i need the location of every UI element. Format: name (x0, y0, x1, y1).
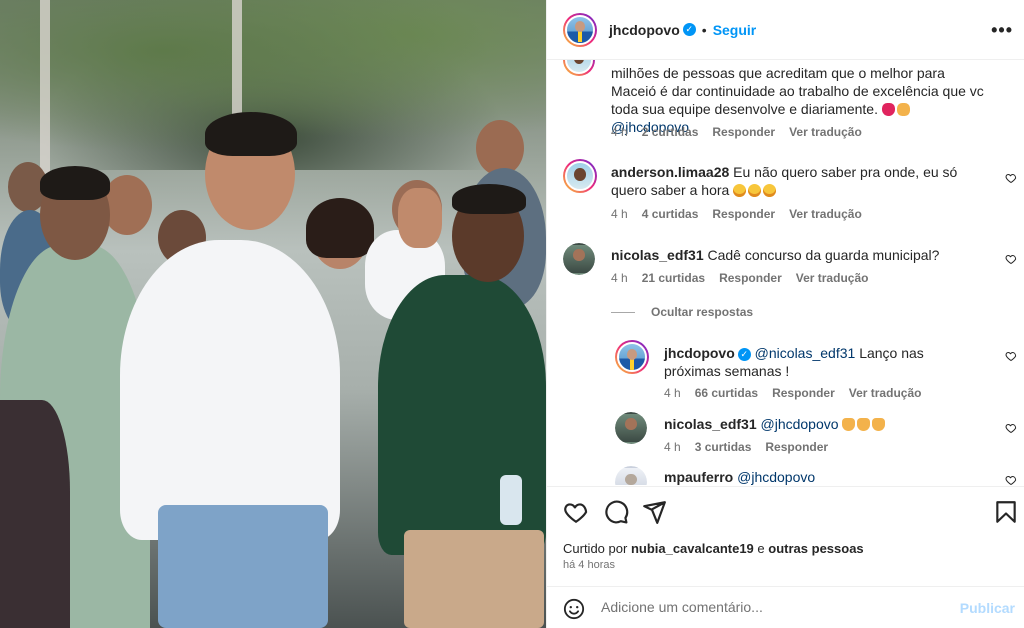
reply-button[interactable]: Responder (712, 207, 775, 221)
laughing-emoji-icon (733, 184, 747, 197)
reply-text: jhcdopovo ✓ @nicolas_edf31 Lanço nas próx… (664, 345, 924, 379)
comment-meta: 4 h 21 curtidas Responder Ver tradução (611, 271, 868, 285)
liked-by-user-link[interactable]: nubia_cavalcante19 (631, 541, 754, 556)
share-send-icon[interactable] (641, 499, 667, 525)
follow-button[interactable]: Seguir (713, 22, 757, 38)
reply-username[interactable]: mpauferro (664, 469, 733, 485)
raising-hands-emoji-icon (857, 418, 871, 431)
reply-meta: 4 h 66 curtidas Responder Ver tradução (664, 386, 921, 400)
like-comment-heart-icon[interactable] (1005, 422, 1017, 434)
reply-username[interactable]: nicolas_edf31 (664, 416, 757, 432)
photo-water-bottle (500, 475, 522, 525)
comment-bubble-icon[interactable] (603, 499, 629, 525)
verified-badge-icon: ✓ (737, 347, 751, 361)
raising-hands-emoji-icon (842, 418, 856, 431)
like-heart-icon[interactable] (563, 499, 589, 525)
comment-text: anderson.limaa28 Eu não quero saber pra … (611, 164, 958, 198)
comment-time: 4 h (611, 125, 628, 139)
mention-link[interactable]: @jhcdopovo (737, 469, 815, 485)
comment-time: 4 h (611, 207, 628, 221)
comment-likes-link[interactable]: 2 curtidas (642, 125, 699, 139)
reply-avatar[interactable] (615, 412, 647, 444)
laughing-emoji-icon (748, 184, 762, 197)
comment-username[interactable]: nicolas_edf31 (611, 247, 704, 263)
reply-username[interactable]: jhcdopovo (664, 345, 735, 361)
post-actions: Curtido por nubia_cavalcante19 e outras … (547, 486, 1024, 586)
comment-text: nicolas_edf31 Cadê concurso da guarda mu… (611, 247, 940, 263)
photo-person-left-hair (40, 166, 110, 200)
heart-eyes-emoji-icon (881, 103, 895, 116)
comment-likes-link[interactable]: 4 curtidas (642, 207, 699, 221)
like-comment-heart-icon[interactable] (1005, 172, 1017, 184)
photo-right-pants (404, 530, 544, 628)
translate-button[interactable]: Ver tradução (789, 207, 862, 221)
photo-person-bg (306, 198, 374, 258)
photo-main-jeans (158, 505, 328, 628)
reply-button[interactable]: Responder (712, 125, 775, 139)
reply-meta: 4 h 3 curtidas Responder (664, 440, 828, 454)
post-photo[interactable] (0, 0, 546, 628)
reply-button[interactable]: Responder (719, 271, 782, 285)
save-bookmark-icon[interactable] (993, 499, 1019, 525)
comment-username[interactable]: anderson.limaa28 (611, 164, 729, 180)
liked-by-others-link[interactable]: outras pessoas (768, 541, 863, 556)
reply-time: 4 h (664, 386, 681, 400)
photo-car (0, 400, 70, 628)
reply-likes-link[interactable]: 66 curtidas (695, 386, 758, 400)
mention-link[interactable]: @jhcdopovo (761, 416, 839, 432)
add-comment-bar: Publicar (547, 586, 1024, 628)
author-username[interactable]: jhcdopovo (609, 22, 680, 38)
translate-button[interactable]: Ver tradução (796, 271, 869, 285)
comment-time: 4 h (611, 271, 628, 285)
like-comment-heart-icon[interactable] (1005, 350, 1017, 362)
photo-main-hair (205, 112, 297, 156)
reply-avatar[interactable] (615, 340, 649, 374)
reply-button[interactable]: Responder (765, 440, 828, 454)
laughing-emoji-icon (763, 184, 777, 197)
like-comment-heart-icon[interactable] (1005, 253, 1017, 265)
separator-dot: • (701, 21, 707, 38)
raising-hands-emoji-icon (872, 418, 886, 431)
divider-line (611, 311, 635, 313)
reply-button[interactable]: Responder (772, 386, 835, 400)
reply-text: mpauferro @jhcdopovo (664, 468, 984, 485)
comment-meta: 4 h 2 curtidas Responder Ver tradução (611, 125, 862, 139)
likes-summary: Curtido por nubia_cavalcante19 e outras … (563, 541, 864, 556)
comment-avatar[interactable] (563, 243, 595, 275)
author-avatar[interactable] (563, 12, 597, 47)
reply-avatar[interactable] (615, 466, 647, 485)
hide-replies-button[interactable]: Ocultar respostas (611, 305, 753, 319)
more-options-icon[interactable]: ••• (991, 20, 1013, 41)
reply-text: nicolas_edf31 @jhcdopovo (664, 415, 984, 433)
comment-input[interactable] (601, 599, 941, 615)
clap-emoji-icon (896, 103, 910, 116)
post-side-panel: jhcdopovo ✓ • Seguir ••• milhões de pess… (546, 0, 1024, 628)
translate-button[interactable]: Ver tradução (789, 125, 862, 139)
photo-main-shirt (120, 240, 340, 540)
publish-button[interactable]: Publicar (960, 600, 1015, 616)
photo-right-hair (452, 184, 526, 214)
verified-badge-icon: ✓ (682, 23, 696, 36)
photo-main-thumbs-up-hand (398, 188, 442, 248)
reply-likes-link[interactable]: 3 curtidas (695, 440, 752, 454)
comment-avatar[interactable] (563, 159, 597, 193)
emoji-smile-icon[interactable] (563, 598, 585, 620)
comments-list[interactable]: milhões de pessoas que acreditam que o m… (547, 60, 1024, 485)
mention-link[interactable]: @nicolas_edf31 (755, 345, 856, 361)
reply-time: 4 h (664, 440, 681, 454)
comment-likes-link[interactable]: 21 curtidas (642, 271, 705, 285)
like-comment-heart-icon[interactable] (1005, 474, 1017, 485)
comment-avatar[interactable] (563, 60, 595, 76)
post-header: jhcdopovo ✓ • Seguir ••• (547, 0, 1024, 60)
comment-meta: 4 h 4 curtidas Responder Ver tradução (611, 207, 862, 221)
post-time: há 4 horas (563, 559, 615, 571)
translate-button[interactable]: Ver tradução (849, 386, 922, 400)
photo-pole (40, 0, 50, 180)
